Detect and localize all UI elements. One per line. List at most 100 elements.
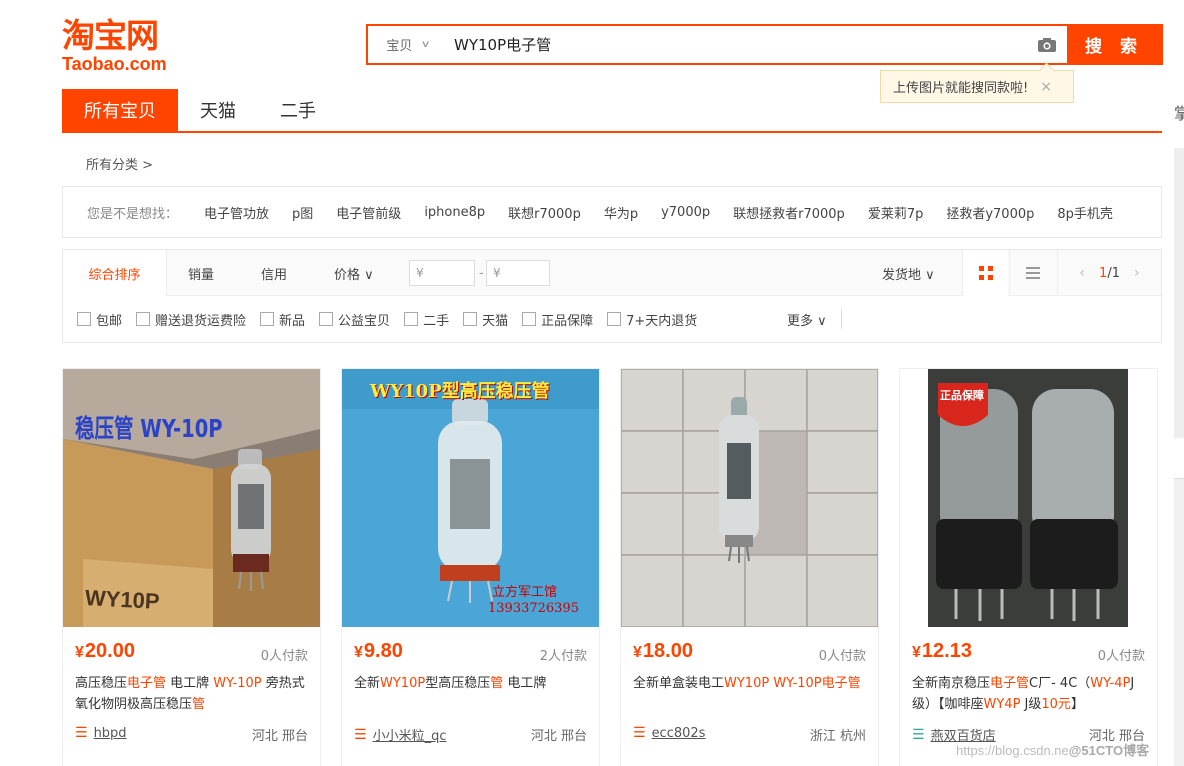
sort-sales[interactable]: 销量: [188, 250, 214, 296]
filter-label: 赠送退货运费险: [155, 313, 247, 329]
product-title[interactable]: 全新WY10P型高压稳压管 电工牌: [354, 673, 588, 715]
suggestion-keyword[interactable]: 联想拯救者r7000p: [733, 203, 845, 222]
filter-return-insurance[interactable]: 赠送退货运费险: [136, 310, 246, 329]
shop-link[interactable]: ☰ ecc802s: [633, 725, 705, 741]
image-shop-text: 立方军工馆: [492, 585, 558, 600]
location: 河北 邢台: [530, 729, 587, 744]
product-image[interactable]: 正品保障: [900, 369, 1157, 627]
logo-english: Taobao.com: [62, 54, 167, 74]
shop-link[interactable]: ☰ 小小米粒_qc: [354, 725, 447, 745]
product-image[interactable]: 稳压管 WY-10P WY10P: [63, 369, 320, 627]
product-price: ¥20.00: [75, 640, 135, 662]
taobao-logo[interactable]: 淘宝网 Taobao.com: [62, 18, 188, 74]
suggestion-keyword[interactable]: 爱莱莉7p: [868, 203, 924, 222]
search-button[interactable]: 搜 索: [1067, 26, 1161, 63]
checkbox[interactable]: [522, 312, 537, 326]
product-title[interactable]: 高压稳压电子管 电工牌 WY-10P 旁热式氧化物阴极高压稳压管: [75, 673, 309, 715]
ship-from-select[interactable]: 发货地 ∨: [882, 250, 935, 296]
price-min-input[interactable]: ¥: [409, 260, 475, 286]
paid-count: 0人付款: [1097, 649, 1145, 664]
divider: [841, 309, 842, 329]
chevron-left-icon[interactable]: ‹: [1079, 265, 1085, 281]
paid-count: 2人付款: [539, 649, 587, 664]
filter-label: 公益宝贝: [338, 313, 391, 329]
filter-label: 正品保障: [541, 313, 594, 329]
page-total: /1: [1107, 265, 1120, 281]
paid-count: 0人付款: [260, 649, 308, 664]
suggestion-keyword[interactable]: iphone8p: [424, 205, 485, 220]
product-title[interactable]: 全新单盒装电工WY10P WY-10P电子管: [633, 673, 867, 715]
product-price: ¥18.00: [633, 640, 693, 662]
product-image[interactable]: [621, 369, 878, 627]
price-value: 20.00: [84, 640, 135, 662]
checkbox[interactable]: [463, 312, 478, 326]
filter-secondhand[interactable]: 二手: [404, 310, 449, 329]
checkbox[interactable]: [260, 312, 275, 326]
more-filters-button[interactable]: 更多 ∨: [787, 310, 827, 329]
product-price: ¥9.80: [354, 640, 403, 662]
product-image[interactable]: WY10P型高压稳压管 立方军工馆 13933726395: [342, 369, 599, 627]
watermark-url: https://blog.csdn.ne: [956, 743, 1069, 758]
search-tabs: 所有宝贝 天猫 二手: [62, 89, 1162, 133]
shop-name[interactable]: 小小米粒_qc: [373, 725, 447, 744]
price-dash: -: [479, 265, 484, 281]
camera-icon[interactable]: [1027, 26, 1067, 63]
filter-7day-return[interactable]: 7+天内退货: [607, 310, 697, 329]
filter-new[interactable]: 新品: [260, 310, 305, 329]
search-bar: 宝贝 ∨ 搜 索: [366, 24, 1163, 65]
suggestion-keyword[interactable]: 电子管前级: [336, 203, 401, 222]
price-value: 12.13: [921, 640, 972, 662]
checkbox[interactable]: [404, 312, 419, 326]
sort-credit[interactable]: 信用: [261, 250, 287, 296]
list-icon: [1025, 264, 1040, 282]
side-panel: [1174, 148, 1184, 438]
image-phone-text: 13933726395: [488, 601, 579, 616]
location: 河北 邢台: [251, 729, 308, 744]
filter-label: 新品: [279, 313, 306, 329]
checkbox[interactable]: [607, 312, 622, 326]
product-card[interactable]: ¥18.00 0人付款 全新单盒装电工WY10P WY-10P电子管 ☰ ecc8…: [620, 368, 879, 766]
suggestion-keyword[interactable]: 拯救者y7000p: [946, 203, 1034, 222]
search-type-label: 宝贝: [386, 39, 413, 54]
search-type-select[interactable]: 宝贝 ∨: [368, 26, 448, 63]
chevron-right-icon[interactable]: ›: [1134, 265, 1140, 281]
sort-price[interactable]: 价格 ∨: [334, 250, 374, 296]
suggestion-keyword[interactable]: 电子管功放: [204, 203, 269, 222]
filter-label: 天猫: [482, 313, 509, 329]
breadcrumb[interactable]: 所有分类 >: [86, 154, 153, 173]
side-panel-lower: [1174, 478, 1184, 766]
product-price: ¥12.13: [912, 640, 972, 662]
search-input[interactable]: [448, 26, 1027, 63]
tab-all-items[interactable]: 所有宝贝: [62, 89, 178, 131]
filter-label: 包邮: [96, 313, 123, 329]
price-max-input[interactable]: ¥: [486, 260, 550, 286]
filter-genuine[interactable]: 正品保障: [522, 310, 593, 329]
suggestion-keyword[interactable]: p图: [292, 203, 313, 222]
paid-count: 0人付款: [818, 649, 866, 664]
list-view-button[interactable]: [1009, 250, 1055, 296]
checkbox[interactable]: [136, 312, 151, 326]
suggestion-keyword[interactable]: 8p手机壳: [1057, 203, 1113, 222]
product-card[interactable]: WY10P型高压稳压管 立方军工馆 13933726395 ¥9.80 2人付款…: [341, 368, 600, 766]
shop-icon: ☰: [912, 726, 925, 743]
sort-default[interactable]: 综合排序: [63, 250, 167, 296]
product-card[interactable]: 正品保障 ¥12.13 0人付款 全新南京稳压电子管C厂- 4C（WY-4PJ级…: [899, 368, 1158, 766]
suggestion-keyword[interactable]: 联想r7000p: [508, 203, 581, 222]
tab-secondhand[interactable]: 二手: [258, 89, 338, 131]
shop-link[interactable]: ☰ hbpd: [75, 725, 127, 741]
suggestion-keyword[interactable]: y7000p: [661, 205, 710, 220]
filter-tmall[interactable]: 天猫: [463, 310, 508, 329]
logo-chinese: 淘宝网: [62, 16, 159, 55]
filter-free-shipping[interactable]: 包邮: [77, 310, 122, 329]
checkbox[interactable]: [77, 312, 91, 326]
suggestion-keyword[interactable]: 华为p: [604, 203, 638, 222]
tab-tmall[interactable]: 天猫: [178, 89, 258, 131]
shop-name[interactable]: ecc802s: [652, 726, 706, 741]
sort-row: 综合排序 销量 信用 价格 ∨ ¥ - ¥ 发货地 ∨ ‹ 1/1 ›: [63, 250, 1161, 296]
product-card[interactable]: 稳压管 WY-10P WY10P ¥20.00 0人付款 高压稳压电子管 电工牌…: [62, 368, 321, 766]
checkbox[interactable]: [319, 312, 334, 326]
filter-charity[interactable]: 公益宝贝: [319, 310, 390, 329]
product-title[interactable]: 全新南京稳压电子管C厂- 4C（WY-4PJ级）【咖啡座WY4P J级10元】: [912, 673, 1146, 715]
grid-view-button[interactable]: [962, 250, 1008, 296]
shop-name[interactable]: hbpd: [94, 726, 127, 741]
